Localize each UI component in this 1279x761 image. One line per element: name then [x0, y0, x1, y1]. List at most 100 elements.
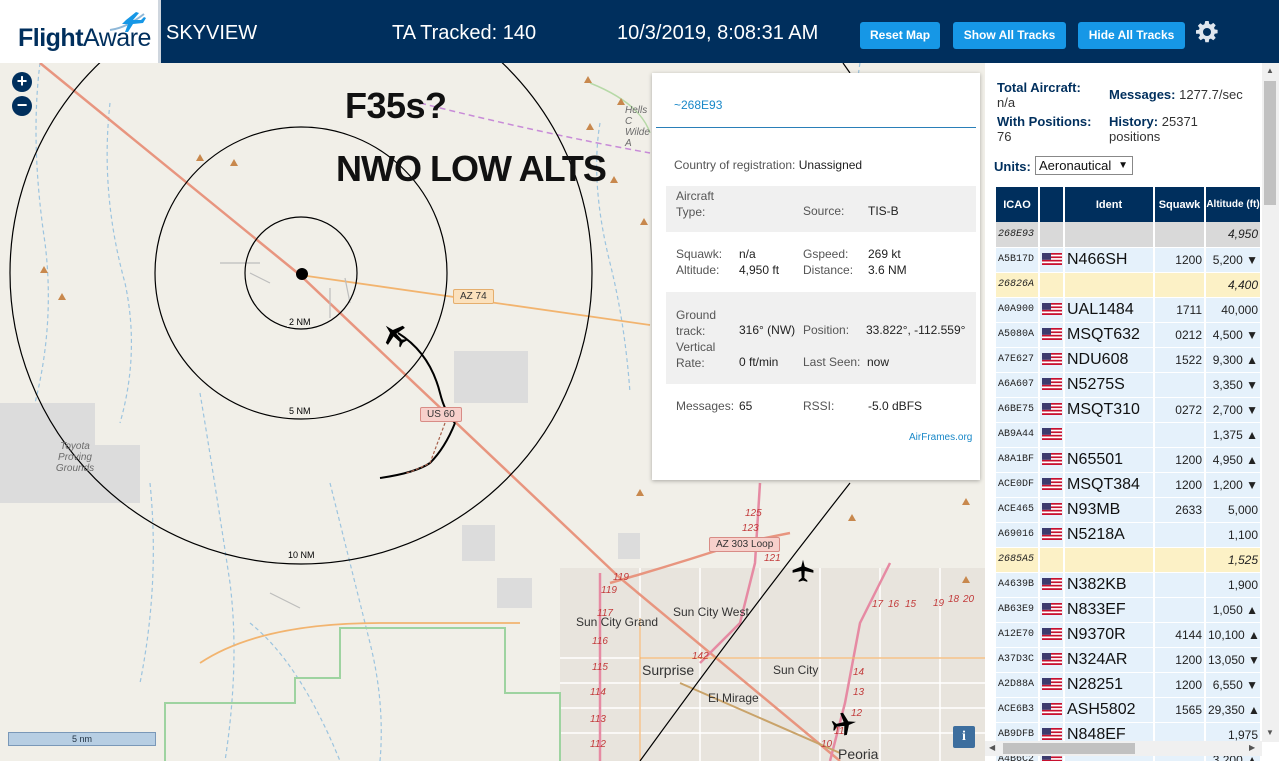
gear-icon[interactable]: [1195, 20, 1219, 44]
vertical-scrollbar[interactable]: ▲ ▼: [1262, 63, 1279, 742]
clock: 10/3/2019, 8:08:31 AM: [617, 22, 819, 44]
cell-altitude: 4,950: [1205, 222, 1262, 248]
cell-ident: [1064, 272, 1155, 298]
cell-flag: [1039, 222, 1065, 248]
altitude-label: Altitude:: [676, 263, 720, 277]
scale-bar: 5 nm: [8, 732, 156, 746]
aircraft-icon[interactable]: [380, 320, 410, 350]
cell-altitude: 4,400: [1205, 272, 1262, 298]
table-row[interactable]: A0A900 UAL1484 1711 40,000: [996, 297, 1262, 323]
horizontal-scrollbar[interactable]: ◀ ▶: [985, 741, 1262, 756]
route-number: 11: [834, 726, 845, 737]
route-number: 13: [853, 687, 865, 698]
col-header-icao[interactable]: ICAO: [996, 187, 1040, 222]
table-row[interactable]: A7E627 NDU608 1522 9,300 ▲: [996, 347, 1262, 373]
cell-flag: [1039, 672, 1065, 698]
table-row[interactable]: ACE6B3 ASH5802 1565 29,350 ▲: [996, 697, 1262, 723]
table-row[interactable]: ACE0DF MSQT384 1200 1,200 ▼: [996, 472, 1262, 498]
hide-all-tracks-button[interactable]: Hide All Tracks: [1078, 22, 1185, 49]
cell-squawk: 4144: [1154, 622, 1206, 648]
cell-flag: [1039, 497, 1065, 523]
cell-ident: N9370R: [1064, 622, 1155, 648]
us-flag-icon: [1042, 426, 1062, 443]
cell-altitude: 40,000: [1205, 297, 1262, 323]
place-sun-city: Sun City: [773, 663, 819, 677]
show-all-tracks-button[interactable]: Show All Tracks: [953, 22, 1066, 49]
units-select[interactable]: Aeronautical ▼: [1035, 156, 1133, 175]
cell-icao: A69016: [996, 522, 1040, 548]
col-header-altitude[interactable]: Altitude (ft): [1205, 187, 1262, 222]
table-row[interactable]: 2685A5 1,525: [996, 547, 1262, 573]
table-row[interactable]: A69016 N5218A 1,100: [996, 522, 1262, 548]
last-seen-value: now: [867, 355, 890, 369]
col-header-ident[interactable]: Ident: [1064, 187, 1155, 222]
col-header-flag[interactable]: [1039, 187, 1065, 222]
route-number: 142: [692, 651, 709, 662]
zoom-in-button[interactable]: +: [12, 72, 32, 92]
aircraft-type-label: Aircraft Type:: [676, 189, 715, 219]
cell-squawk: 1565: [1154, 697, 1206, 723]
table-row[interactable]: A2D88A N28251 1200 6,550 ▼: [996, 672, 1262, 698]
road-shield-us60: US 60: [420, 407, 462, 422]
cell-altitude: 6,550 ▼: [1205, 672, 1262, 698]
table-row[interactable]: AB9A44 1,375 ▲: [996, 422, 1262, 448]
route-number: 119: [613, 572, 629, 583]
place-surprise: Surprise: [642, 662, 695, 678]
table-row[interactable]: A37D3C N324AR 1200 13,050 ▼: [996, 647, 1262, 673]
scroll-left-icon[interactable]: ◀: [989, 743, 995, 752]
us-flag-icon: [1042, 501, 1062, 518]
us-flag-icon: [1042, 476, 1062, 493]
table-row[interactable]: A4639B N382KB 1,900: [996, 572, 1262, 598]
selected-icao[interactable]: ~268E93: [674, 98, 722, 112]
scroll-right-icon[interactable]: ▶: [1249, 743, 1255, 752]
ground-track-label: Ground track:: [676, 308, 717, 338]
cell-flag: [1039, 422, 1065, 448]
route-number: 125: [745, 508, 762, 519]
table-row[interactable]: A5B17D N466SH 1200 5,200 ▼: [996, 247, 1262, 273]
cell-flag: [1039, 272, 1065, 298]
table-row[interactable]: AB63E9 N833EF 1,050 ▲: [996, 597, 1262, 623]
table-row[interactable]: A5080A MSQT632 0212 4,500 ▼: [996, 322, 1262, 348]
zoom-out-button[interactable]: −: [12, 96, 32, 116]
cell-icao: A7E627: [996, 347, 1040, 373]
aircraft-icon[interactable]: [790, 558, 816, 584]
messages-value: 65: [739, 399, 753, 413]
scrollbar-thumb[interactable]: [1003, 743, 1135, 754]
scrollbar-thumb[interactable]: [1264, 81, 1276, 205]
table-row[interactable]: A12E70 N9370R 4144 10,100 ▲: [996, 622, 1262, 648]
cell-icao: A6BE75: [996, 397, 1040, 423]
scroll-down-icon[interactable]: ▼: [1266, 728, 1274, 737]
cell-squawk: [1154, 272, 1206, 298]
flightaware-logo[interactable]: FlightAware: [0, 0, 161, 63]
gspeed-value: 269 kt: [868, 247, 901, 261]
table-row[interactable]: A6BE75 MSQT310 0272 2,700 ▼: [996, 397, 1262, 423]
table-row[interactable]: 268E93 4,950: [996, 222, 1262, 248]
us-flag-icon: [1042, 376, 1062, 393]
us-flag-icon: [1042, 251, 1062, 268]
scroll-up-icon[interactable]: ▲: [1266, 66, 1274, 75]
table-row[interactable]: A6A607 N5275S 3,350 ▼: [996, 372, 1262, 398]
place-toyota: Toyota Proving Grounds: [55, 441, 95, 474]
col-header-squawk[interactable]: Squawk: [1154, 187, 1206, 222]
info-button[interactable]: i: [953, 726, 975, 748]
table-row[interactable]: A8A1BF N65501 1200 4,950 ▲: [996, 447, 1262, 473]
cell-ident: ASH5802: [1064, 697, 1155, 723]
cell-icao: 26826A: [996, 272, 1040, 298]
us-flag-icon: [1042, 651, 1062, 668]
site-name: SKYVIEW: [166, 22, 258, 44]
place-hells-canyon: Hells C Wilde A: [625, 105, 650, 149]
reset-map-button[interactable]: Reset Map: [860, 22, 940, 49]
cell-squawk: 2633: [1154, 497, 1206, 523]
cell-altitude: 13,050 ▼: [1205, 647, 1262, 673]
cell-ident: N833EF: [1064, 597, 1155, 623]
airframes-link[interactable]: AirFrames.org: [909, 432, 972, 443]
table-row[interactable]: ACE465 N93MB 2633 5,000: [996, 497, 1262, 523]
cell-squawk: 1200: [1154, 247, 1206, 273]
cell-squawk: 1522: [1154, 347, 1206, 373]
table-row[interactable]: 26826A 4,400: [996, 272, 1262, 298]
cell-squawk: [1154, 547, 1206, 573]
route-number: 15: [905, 599, 917, 610]
route-number: 18: [948, 594, 960, 605]
cell-altitude: 10,100 ▲: [1205, 622, 1262, 648]
cell-ident: [1064, 422, 1155, 448]
